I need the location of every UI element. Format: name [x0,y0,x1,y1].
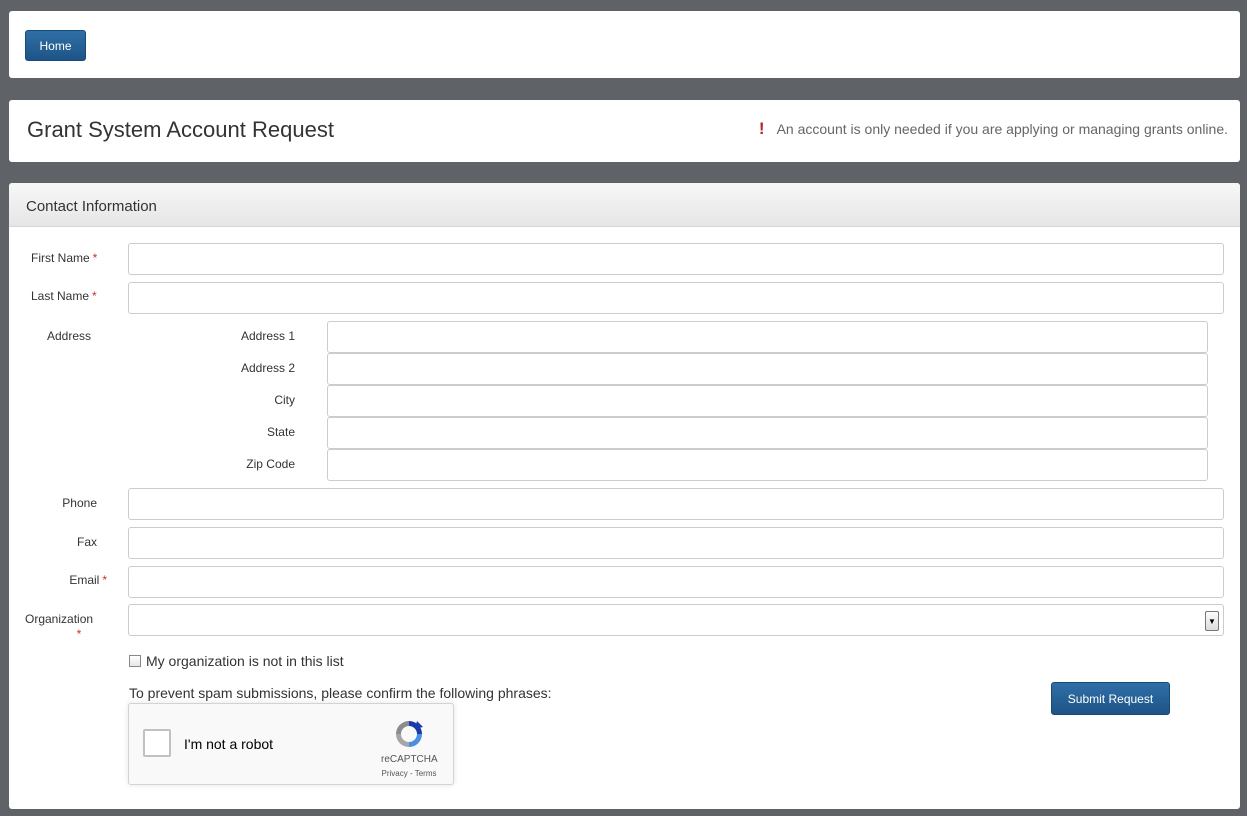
required-marker: * [92,289,97,303]
recaptcha-brand: reCAPTCHA [381,754,438,765]
page-title: Grant System Account Request [27,117,334,142]
account-notice-text: An account is only needed if you are app… [776,121,1228,137]
address1-input[interactable] [327,321,1208,353]
nav-panel: Home [9,11,1240,78]
dropdown-arrow-icon[interactable]: ▼ [1205,611,1219,631]
city-input[interactable] [327,385,1208,417]
state-input[interactable] [327,417,1208,449]
last-name-label: Last Name * [31,289,97,303]
exclamation-icon: ! [758,119,765,138]
spam-prompt: To prevent spam submissions, please conf… [129,685,552,701]
address-label: Address [47,329,92,343]
address1-label: Address 1 [240,329,295,343]
required-marker: * [102,573,107,587]
state-label: State [266,425,295,439]
required-marker: * [92,251,98,265]
recaptcha-privacy-terms-link[interactable]: Privacy - Terms [381,769,437,778]
address2-input[interactable] [327,353,1208,385]
contact-section-title: Contact Information [26,198,157,215]
required-marker: * [76,627,82,641]
phone-label: Phone [62,496,97,510]
fax-label: Fax [76,535,97,549]
org-not-listed-label: My organization is not in this list [146,653,344,669]
email-label: Email * [69,573,107,587]
phone-input[interactable] [128,488,1224,520]
first-name-input[interactable] [128,243,1224,275]
account-notice: ! An account is only needed if you are a… [759,119,1228,139]
first-name-label: First Name * [31,251,98,265]
contact-section-header: Contact Information [9,183,1240,227]
title-panel: Grant System Account Request ! An accoun… [9,100,1240,162]
recaptcha-checkbox[interactable] [143,729,171,757]
address2-label: Address 2 [240,361,295,375]
org-not-listed-checkbox[interactable] [129,655,141,667]
recaptcha-label: I'm not a robot [184,736,274,752]
home-button[interactable]: Home [25,30,86,61]
fax-input[interactable] [128,527,1224,559]
zip-input[interactable] [327,449,1208,481]
organization-select[interactable]: ▼ [128,604,1224,636]
submit-request-button[interactable]: Submit Request [1051,682,1170,715]
org-not-listed-row[interactable]: My organization is not in this list [129,653,344,669]
city-label: City [274,393,295,407]
organization-label: Organization * [25,612,105,641]
contact-form-panel: Contact Information First Name * Last Nam… [9,183,1240,809]
last-name-input[interactable] [128,282,1224,314]
email-input[interactable] [128,566,1224,598]
zip-label: Zip Code [246,457,295,471]
recaptcha-widget: I'm not a robot reCAPTCHA Privacy - Term… [128,703,454,785]
recaptcha-logo-icon [396,721,423,747]
